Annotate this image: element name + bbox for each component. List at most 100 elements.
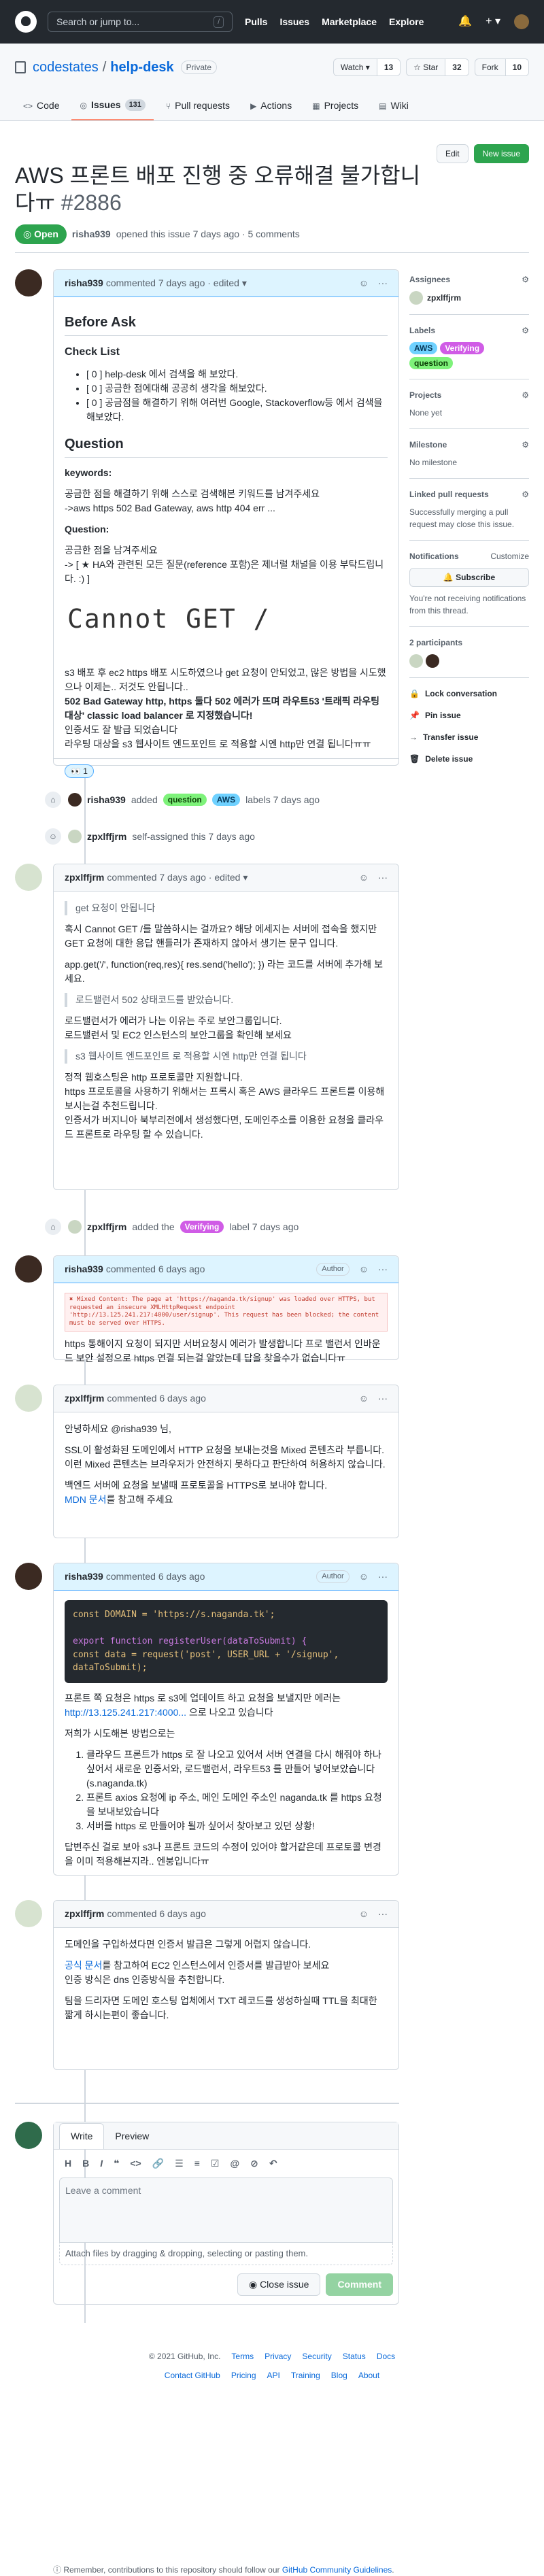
guidelines-link[interactable]: GitHub Community Guidelines [282,2565,392,2575]
tab-issues[interactable]: ◎ Issues 131 [71,92,154,120]
footer-link[interactable]: Docs [377,2350,395,2362]
customize-link[interactable]: Customize [490,550,529,562]
tab-code[interactable]: <> Code [15,92,67,120]
reaction-eyes[interactable]: 👀 1 [65,764,94,778]
smiley-icon[interactable]: ☺ [359,1391,369,1406]
event-actor[interactable]: risha939 [87,793,126,807]
event-actor[interactable]: zpxlffjrm [87,1220,126,1234]
transfer-issue[interactable]: → Transfer issue [409,731,529,743]
avatar[interactable] [15,269,42,296]
footer-link[interactable]: Training [291,2369,320,2382]
search-input[interactable]: Search or jump to... / [48,12,233,32]
repo-owner-link[interactable]: codestates [33,57,99,78]
new-issue-button[interactable]: New issue [473,144,529,163]
nav-explore[interactable]: Explore [389,15,424,29]
subscribe-button[interactable]: 🔔 Subscribe [409,568,529,587]
ip-link[interactable]: http://13.125.241.217:4000... [65,1707,186,1718]
kebab-icon[interactable]: ··· [378,870,388,885]
avatar[interactable] [68,830,82,843]
close-issue-button[interactable]: ◉ Close issue [237,2273,321,2296]
kebab-icon[interactable]: ··· [378,1262,388,1276]
avatar[interactable] [68,1220,82,1234]
issue-author[interactable]: risha939 [72,227,111,241]
reply-icon[interactable]: ↶ [269,2156,277,2171]
footer-link[interactable]: About [358,2369,379,2382]
kebab-icon[interactable]: ··· [378,276,388,290]
fork-button[interactable]: Fork 10 [474,58,529,76]
footer-link[interactable]: Security [302,2350,331,2362]
comment-author[interactable]: zpxlffjrm [65,870,104,885]
tab-wiki[interactable]: ▤ Wiki [371,92,417,120]
edit-title-button[interactable]: Edit [436,144,469,163]
bell-icon[interactable]: 🔔 [458,14,472,30]
watch-button[interactable]: Watch ▾ 13 [333,58,401,76]
footer-link[interactable]: Status [343,2350,366,2362]
mention-icon[interactable]: @ [230,2156,239,2171]
github-logo-icon[interactable] [15,11,37,33]
write-tab[interactable]: Write [59,2123,105,2149]
nav-pulls[interactable]: Pulls [245,15,267,29]
kebab-icon[interactable]: ··· [378,1391,388,1406]
bold-icon[interactable]: B [82,2156,89,2171]
comment-author[interactable]: risha939 [65,1262,103,1276]
nav-issues[interactable]: Issues [279,15,309,29]
star-button[interactable]: ☆ Star 32 [406,58,469,76]
mdn-link[interactable]: MDN 문서 [65,1494,107,1505]
delete-issue[interactable]: 🗑 Delete issue [409,753,529,765]
watch-count[interactable]: 13 [376,59,401,75]
label-question[interactable]: question [163,794,207,806]
footer-link[interactable]: Pricing [231,2369,256,2382]
footer-link[interactable]: Privacy [265,2350,291,2362]
smiley-icon[interactable]: ☺ [359,1262,369,1276]
reference-icon[interactable]: ⊘ [250,2156,258,2171]
label-aws[interactable]: AWS [211,794,241,806]
event-actor[interactable]: zpxlffjrm [87,830,126,844]
label-verifying[interactable]: Verifying [180,1221,224,1233]
repo-name-link[interactable]: help-desk [110,57,173,78]
comment-author[interactable]: zpxlffjrm [65,1391,104,1406]
comment-author[interactable]: zpxlffjrm [65,1907,104,1921]
gear-icon[interactable]: ⚙ [522,324,529,337]
footer-link[interactable]: Blog [331,2369,347,2382]
participant-avatar[interactable] [426,654,439,668]
gear-icon[interactable]: ⚙ [522,488,529,501]
smiley-icon[interactable]: ☺ [359,1570,369,1584]
preview-tab[interactable]: Preview [104,2124,160,2149]
footer-link[interactable]: Contact GitHub [165,2369,220,2382]
lock-conversation[interactable]: 🔒 Lock conversation [409,688,529,700]
kebab-icon[interactable]: ··· [378,1907,388,1921]
user-avatar[interactable] [514,14,529,29]
gear-icon[interactable]: ⚙ [522,389,529,401]
avatar[interactable] [68,793,82,807]
footer-link[interactable]: API [267,2369,280,2382]
comment-textarea[interactable]: Leave a comment [59,2177,393,2243]
smiley-icon[interactable]: ☺ [359,1907,369,1921]
attach-files-bar[interactable]: Attach files by dragging & dropping, sel… [59,2243,393,2265]
avatar[interactable] [15,1385,42,1412]
pin-issue[interactable]: 📌 Pin issue [409,709,529,722]
quote-icon[interactable]: ❝ [114,2156,119,2171]
assignee-name[interactable]: zpxlffjrm [427,292,461,304]
fork-count[interactable]: 10 [505,59,528,75]
comment-button[interactable]: Comment [326,2273,393,2296]
comment-author[interactable]: risha939 [65,1570,103,1584]
label-verifying[interactable]: Verifying [440,342,485,354]
code-icon[interactable]: <> [130,2156,141,2171]
current-user-avatar[interactable] [15,2122,42,2149]
kebab-icon[interactable]: ··· [378,1570,388,1584]
italic-icon[interactable]: I [100,2156,103,2171]
participant-avatar[interactable] [409,654,423,668]
avatar[interactable] [15,864,42,891]
tab-pull-requests[interactable]: ⑂ Pull requests [158,92,238,120]
label-aws[interactable]: AWS [409,342,438,354]
official-docs-link[interactable]: 공식 문서 [65,1960,102,1971]
heading-icon[interactable]: H [65,2156,71,2171]
comment-author[interactable]: risha939 [65,276,103,290]
avatar[interactable] [15,1255,42,1283]
plus-dropdown[interactable]: + ▾ [486,14,500,30]
tab-actions[interactable]: ▶ Actions [242,92,300,120]
link-icon[interactable]: 🔗 [152,2156,164,2171]
star-count[interactable]: 32 [445,59,469,75]
avatar[interactable] [409,291,423,305]
footer-link[interactable]: Terms [231,2350,254,2362]
